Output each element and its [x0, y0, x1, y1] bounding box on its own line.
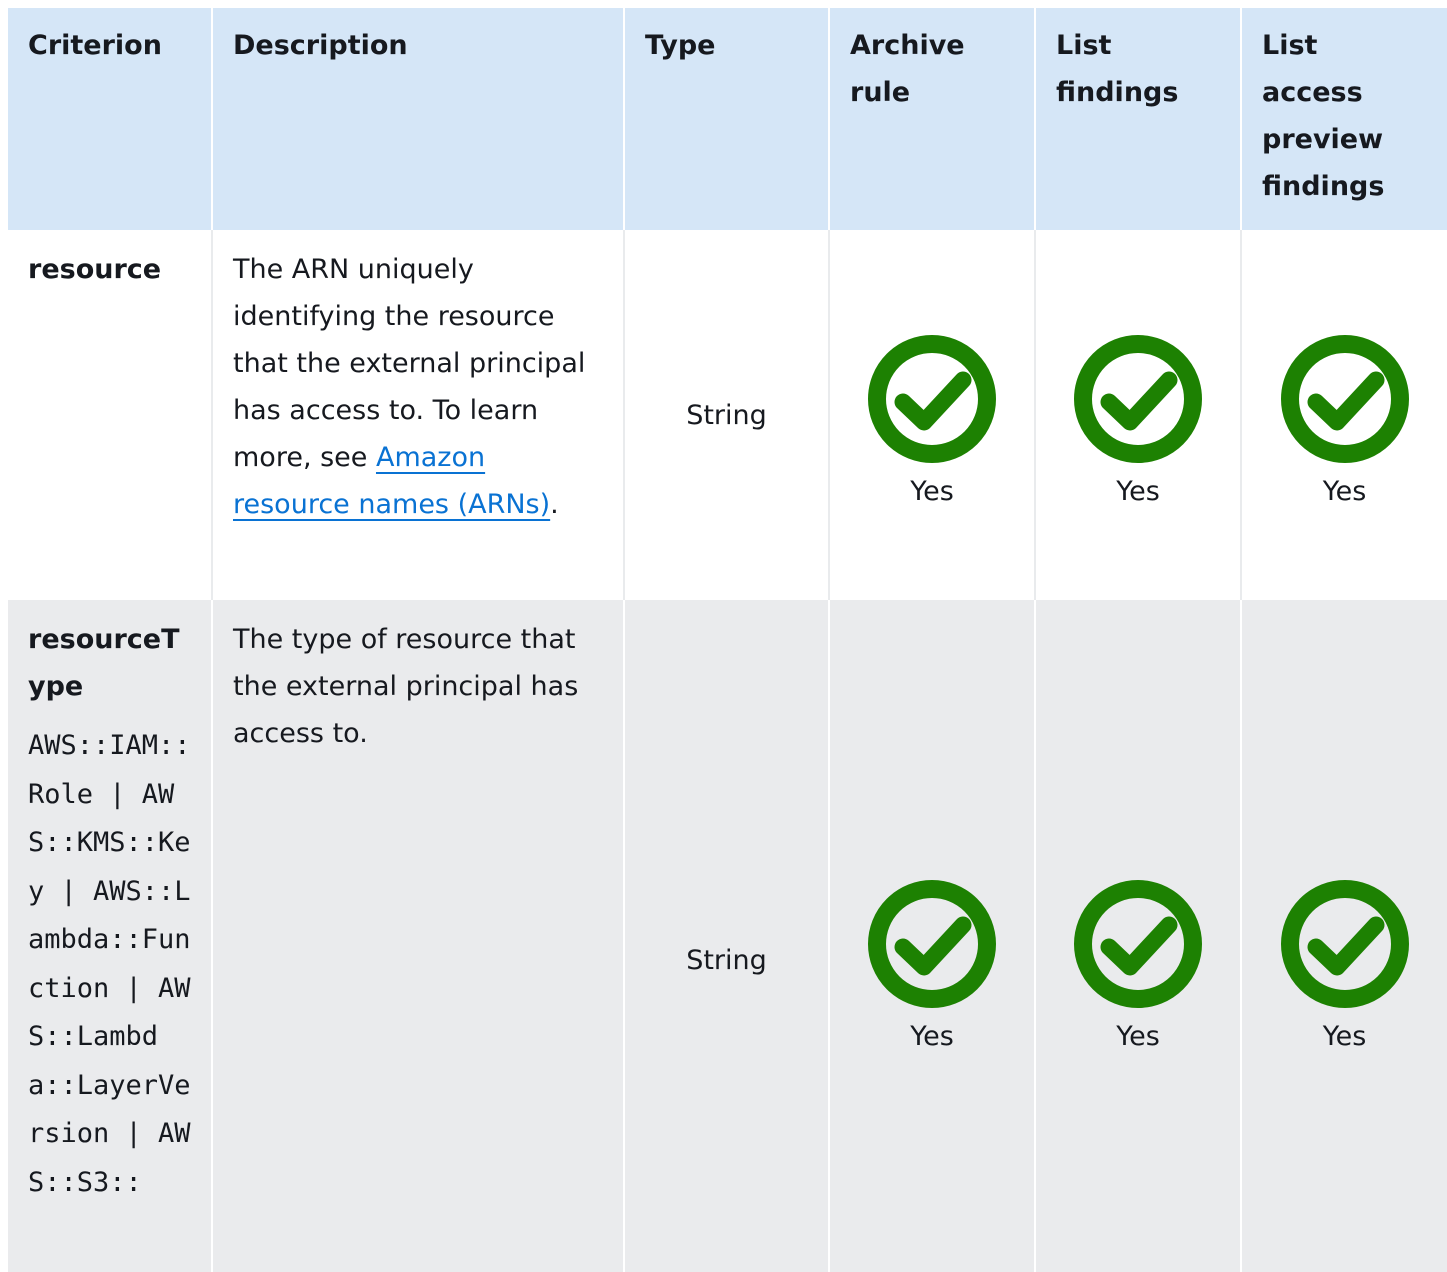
description-text: The type of resource that the external p…	[233, 624, 579, 749]
header-row: Criterion Description Type Archive rule …	[8, 8, 1447, 230]
filter-criteria-table: Criterion Description Type Archive rule …	[8, 8, 1447, 1272]
page: Criterion Description Type Archive rule …	[0, 0, 1447, 1272]
archive-rule-cell: Yes	[829, 600, 1036, 1272]
criterion-name: resourceType	[28, 624, 180, 702]
type-cell: String	[624, 600, 830, 1272]
archive-rule-indicator: Yes	[850, 334, 1014, 508]
archive-rule-indicator: Yes	[850, 879, 1014, 1053]
type-cell: String	[624, 230, 830, 600]
criterion-allowed-values: AWS::IAM::Role | AWS::KMS::Key | AWS::La…	[28, 730, 191, 1198]
table-row: resource The ARN uniquely identifying th…	[8, 230, 1447, 600]
description-suffix: .	[550, 489, 559, 520]
header-description: Description	[212, 8, 625, 230]
description-cell: The type of resource that the external p…	[212, 600, 625, 1272]
list-findings-indicator: Yes	[1056, 879, 1220, 1053]
table-header: Criterion Description Type Archive rule …	[8, 8, 1447, 230]
table-row: resourceType AWS::IAM::Role | AWS::KMS::…	[8, 600, 1447, 1272]
archive-rule-value: Yes	[910, 1021, 954, 1052]
criterion-cell: resourceType AWS::IAM::Role | AWS::KMS::…	[8, 600, 213, 1272]
list-access-preview-findings-cell: Yes	[1241, 230, 1447, 600]
list-findings-cell: Yes	[1035, 600, 1242, 1272]
check-circle-icon	[1280, 335, 1409, 463]
list-findings-value: Yes	[1116, 476, 1160, 507]
list-access-preview-findings-indicator: Yes	[1262, 334, 1427, 508]
check-circle-icon	[1074, 335, 1202, 463]
check-circle-icon	[1074, 880, 1202, 1008]
list-access-preview-findings-indicator: Yes	[1262, 879, 1427, 1053]
table-body: resource The ARN uniquely identifying th…	[8, 230, 1447, 1272]
archive-rule-cell: Yes	[829, 230, 1036, 600]
list-access-preview-findings-cell: Yes	[1241, 600, 1447, 1272]
list-findings-value: Yes	[1116, 1021, 1160, 1052]
header-type: Type	[624, 8, 830, 230]
criterion-name: resource	[28, 254, 162, 285]
list-findings-indicator: Yes	[1056, 334, 1220, 508]
list-access-preview-findings-value: Yes	[1322, 476, 1367, 507]
list-findings-cell: Yes	[1035, 230, 1242, 600]
check-circle-icon	[868, 880, 996, 1008]
header-list-findings: List findings	[1035, 8, 1242, 230]
list-access-preview-findings-value: Yes	[1322, 1021, 1367, 1052]
header-list-access-preview-findings: List access preview findings	[1241, 8, 1447, 230]
header-criterion: Criterion	[8, 8, 213, 230]
criterion-cell: resource	[8, 230, 213, 600]
description-cell: The ARN uniquely identifying the resourc…	[212, 230, 625, 600]
archive-rule-value: Yes	[910, 476, 954, 507]
description-text: The ARN uniquely identifying the resourc…	[233, 254, 586, 473]
check-circle-icon	[868, 335, 996, 463]
header-archive-rule: Archive rule	[829, 8, 1036, 230]
check-circle-icon	[1280, 880, 1409, 1008]
